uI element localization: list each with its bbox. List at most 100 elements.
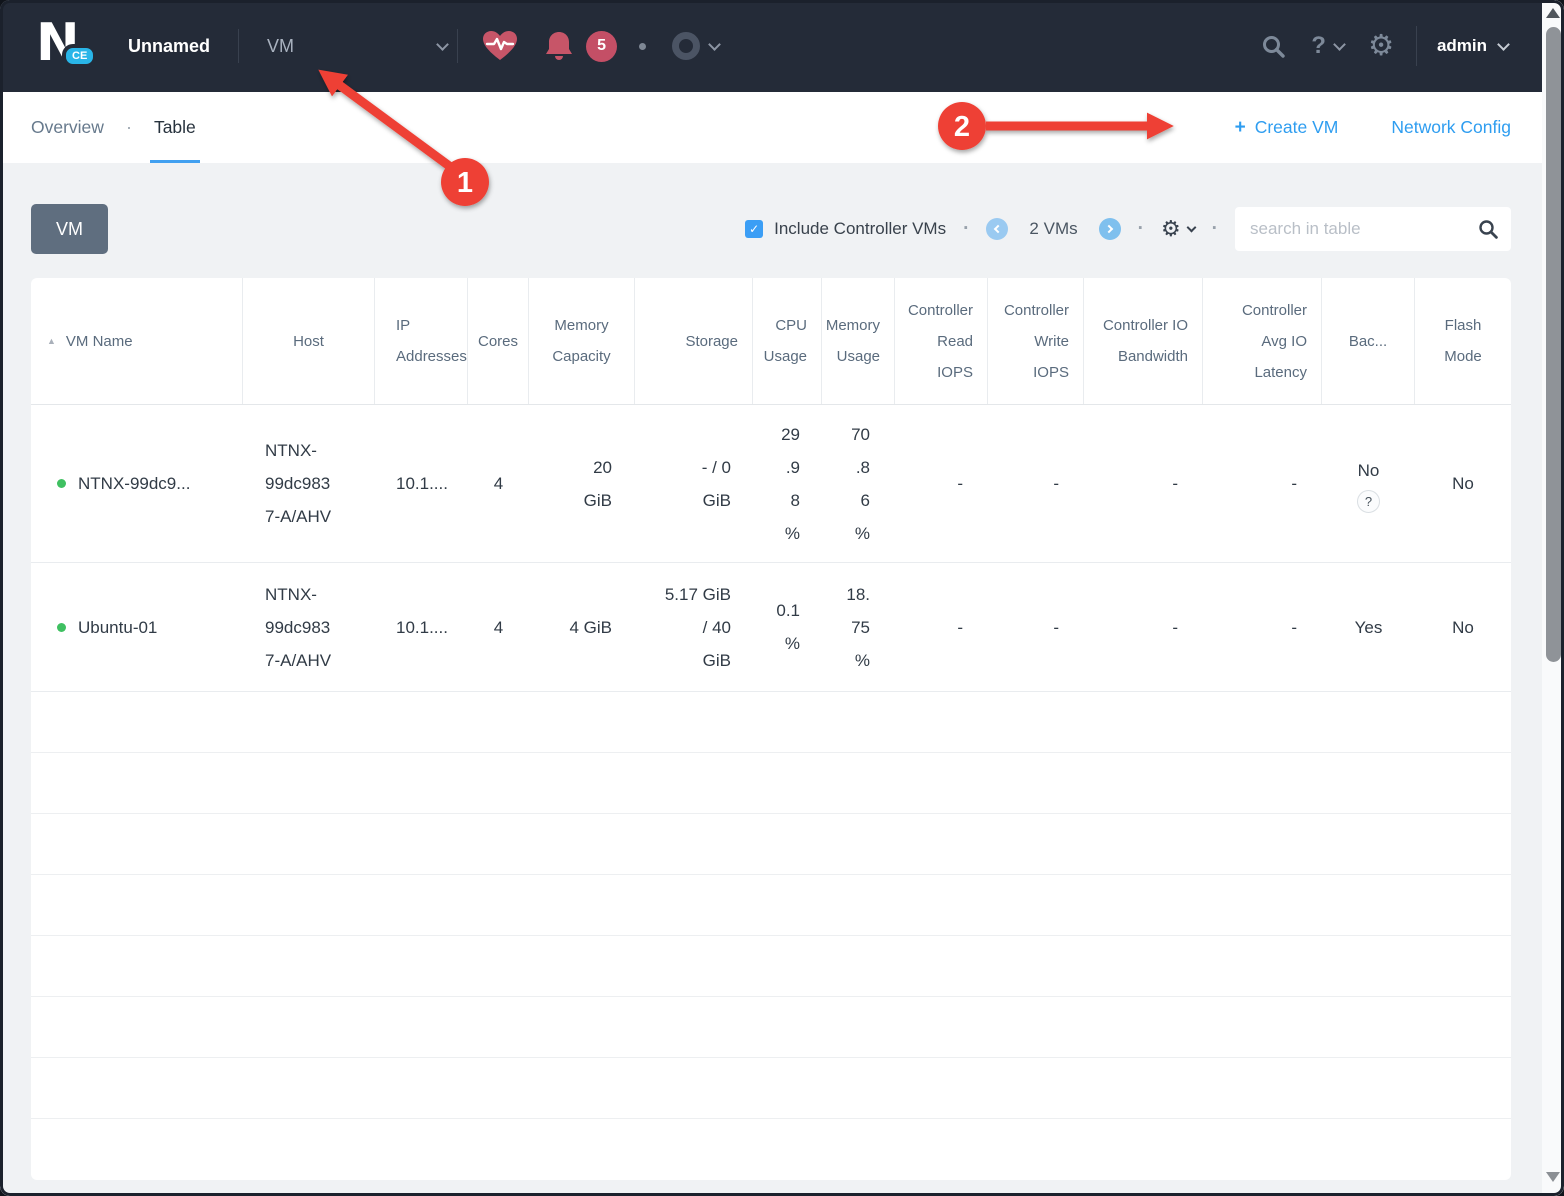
column-header-controller-write-iops[interactable]: Controller Write IOPS <box>988 278 1084 404</box>
divider <box>1416 26 1417 66</box>
chevron-down-icon <box>436 38 449 51</box>
user-menu-label[interactable]: admin <box>1437 36 1487 56</box>
cores-cell: 4 <box>468 563 529 691</box>
table-row-empty <box>31 1119 1511 1180</box>
divider <box>457 29 458 63</box>
column-header-memory-usage[interactable]: Memory Usage <box>822 278 895 404</box>
chevron-left-icon <box>994 225 1002 233</box>
column-header-flash-mode[interactable]: Flash Mode <box>1415 278 1511 404</box>
column-header-controller-io-bandwidth[interactable]: Controller IO Bandwidth <box>1084 278 1203 404</box>
chevron-down-icon[interactable] <box>1497 38 1510 51</box>
alerts-bell-icon[interactable] <box>544 30 574 62</box>
alert-count: 5 <box>597 37 606 55</box>
vertical-scrollbar[interactable] <box>1542 0 1564 1196</box>
column-header-ip-addresses[interactable]: IP Addresses <box>375 278 468 404</box>
gear-icon[interactable]: ⚙ <box>1368 32 1394 61</box>
backup-cell: Yes <box>1322 563 1415 691</box>
separator-dot-icon <box>639 43 646 50</box>
column-header-controller-avg-io-latency[interactable]: Controller Avg IO Latency <box>1203 278 1322 404</box>
table-header-row: ▲ VM Name Host IP Addresses Cores Memory… <box>31 278 1511 405</box>
table-row-empty <box>31 1058 1511 1119</box>
table-row-empty <box>31 692 1511 753</box>
nutanix-logo[interactable]: N CE <box>36 18 98 74</box>
cpu-usage-cell: 0.1 % <box>753 563 822 691</box>
include-controller-vms-label: Include Controller VMs <box>774 219 946 239</box>
include-controller-vms-checkbox[interactable]: ✓ <box>745 220 763 238</box>
table-toolbar: VM ✓ Include Controller VMs · 2 VMs · ⚙ … <box>31 204 1511 254</box>
separator-dot: · <box>963 218 969 240</box>
separator-dot: · <box>1138 218 1144 240</box>
entity-menu-label: VM <box>267 36 294 57</box>
column-header-memory-capacity[interactable]: Memory Capacity <box>529 278 635 404</box>
table-row-empty <box>31 997 1511 1058</box>
vm-count-label: 2 VMs <box>1029 219 1077 239</box>
task-progress-ring-icon[interactable] <box>672 32 700 60</box>
cpu-usage-cell: 29 .9 8 % <box>753 405 822 562</box>
storage-cell: 5.17 GiB / 40 GiB <box>635 563 753 691</box>
sort-ascending-icon: ▲ <box>47 326 56 357</box>
flash-mode-cell: No <box>1415 405 1511 562</box>
tab-overview[interactable]: Overview <box>31 92 104 163</box>
controller-io-bandwidth-cell: - <box>1084 563 1203 691</box>
secondary-navbar: Overview · Table + Create VM Network Con… <box>0 92 1564 163</box>
table-row[interactable]: Ubuntu-01 NTNX- 99dc983 7-A/AHV 10.1....… <box>31 563 1511 692</box>
create-vm-button[interactable]: + Create VM <box>1235 117 1339 139</box>
chevron-down-icon[interactable] <box>708 38 721 51</box>
network-config-button[interactable]: Network Config <box>1391 117 1511 138</box>
flash-mode-cell: No <box>1415 563 1511 691</box>
column-header-cores[interactable]: Cores <box>468 278 529 404</box>
status-icons: 5 <box>482 30 719 62</box>
memory-usage-cell: 70 .8 6 % <box>822 405 895 562</box>
controller-read-iops-cell: - <box>895 563 988 691</box>
column-header-storage[interactable]: Storage <box>635 278 753 404</box>
page-content: VM ✓ Include Controller VMs · 2 VMs · ⚙ … <box>0 163 1564 1196</box>
search-input[interactable] <box>1235 207 1511 251</box>
memory-usage-cell: 18. 75 % <box>822 563 895 691</box>
column-header-vm-name[interactable]: ▲ VM Name <box>31 278 243 404</box>
column-header-cpu-usage[interactable]: CPU Usage <box>753 278 822 404</box>
topbar-right-controls: ? ⚙ admin <box>1262 26 1508 66</box>
cores-cell: 4 <box>468 405 529 562</box>
alert-count-badge[interactable]: 5 <box>586 31 617 62</box>
column-header-backup[interactable]: Bac... <box>1322 278 1415 404</box>
pagination-next-button[interactable] <box>1099 218 1121 240</box>
column-header-controller-read-iops[interactable]: Controller Read IOPS <box>895 278 988 404</box>
entity-menu-dropdown[interactable]: VM <box>267 36 447 57</box>
table-search <box>1235 207 1511 251</box>
table-settings-dropdown[interactable]: ⚙ <box>1161 218 1195 240</box>
tab-table[interactable]: Table <box>154 92 196 163</box>
backup-cell: No ? <box>1322 405 1415 562</box>
ip-cell: 10.1.... <box>375 405 468 562</box>
entity-chip-vm[interactable]: VM <box>31 204 108 254</box>
community-edition-badge: CE <box>62 44 97 68</box>
help-tooltip-icon[interactable]: ? <box>1357 490 1380 513</box>
vm-name-cell[interactable]: NTNX-99dc9... <box>31 405 243 562</box>
power-status-icon <box>57 623 66 632</box>
host-cell: NTNX- 99dc983 7-A/AHV <box>243 405 375 562</box>
search-icon[interactable] <box>1262 35 1285 58</box>
vm-name-cell[interactable]: Ubuntu-01 <box>31 563 243 691</box>
search-icon[interactable] <box>1478 219 1498 239</box>
scrollbar-thumb[interactable] <box>1546 27 1561 662</box>
top-navbar: N CE Unnamed VM 5 <box>0 0 1564 92</box>
column-header-host[interactable]: Host <box>243 278 375 404</box>
controller-avg-io-latency-cell: - <box>1203 563 1322 691</box>
health-heart-icon[interactable] <box>482 30 518 62</box>
pagination-prev-button[interactable] <box>986 218 1008 240</box>
chevron-down-icon[interactable] <box>1333 38 1346 51</box>
help-icon[interactable]: ? <box>1311 32 1326 60</box>
host-cell: NTNX- 99dc983 7-A/AHV <box>243 563 375 691</box>
toolbar-controls: ✓ Include Controller VMs · 2 VMs · ⚙ · <box>745 207 1511 251</box>
table-row-empty <box>31 753 1511 814</box>
table-row[interactable]: NTNX-99dc9... NTNX- 99dc983 7-A/AHV 10.1… <box>31 405 1511 563</box>
controller-avg-io-latency-cell: - <box>1203 405 1322 562</box>
memory-capacity-cell: 20 GiB <box>529 405 635 562</box>
controller-write-iops-cell: - <box>988 563 1084 691</box>
vm-table-card: ▲ VM Name Host IP Addresses Cores Memory… <box>31 278 1511 1180</box>
scroll-up-arrow-icon[interactable] <box>1546 8 1560 18</box>
table-row-empty <box>31 814 1511 875</box>
controller-io-bandwidth-cell: - <box>1084 405 1203 562</box>
scroll-down-arrow-icon[interactable] <box>1546 1172 1560 1182</box>
chevron-right-icon <box>1104 225 1112 233</box>
memory-capacity-cell: 4 GiB <box>529 563 635 691</box>
